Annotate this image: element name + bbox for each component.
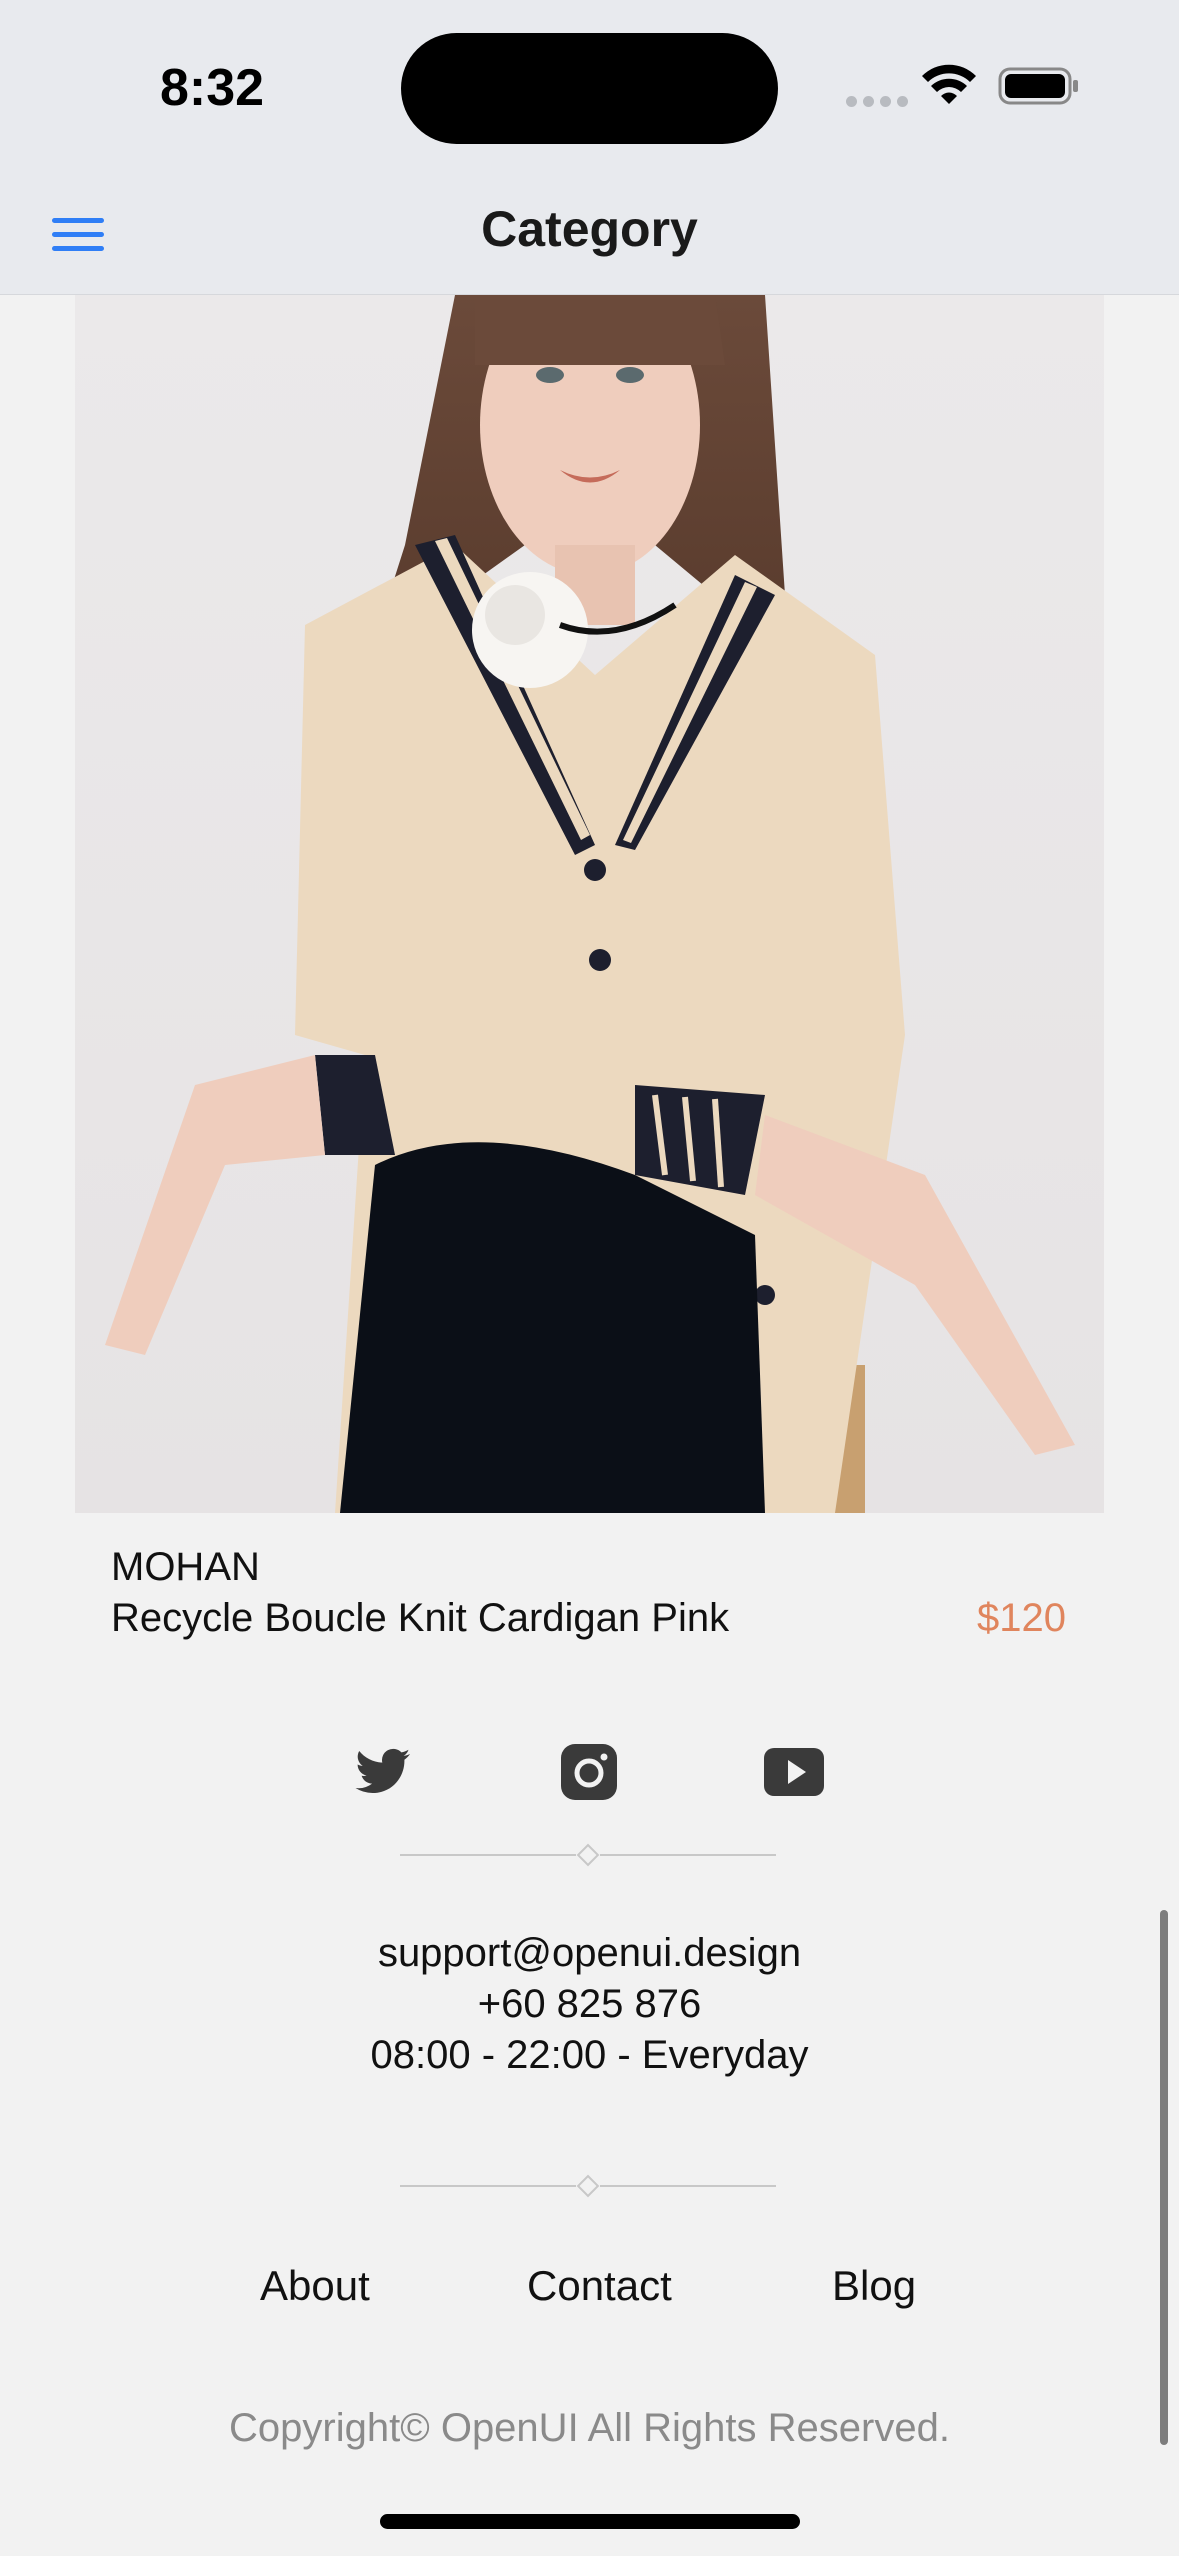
contact-link[interactable]: Contact	[527, 2262, 672, 2310]
instagram-icon[interactable]	[557, 1740, 621, 1804]
battery-icon	[998, 67, 1078, 105]
divider-ornament	[400, 2174, 776, 2198]
product-brand: MOHAN	[111, 1545, 260, 1589]
divider-ornament	[400, 1843, 776, 1867]
support-email[interactable]: support@openui.design	[0, 1928, 1179, 1979]
cellular-signal-icon	[846, 96, 908, 107]
status-time: 8:32	[160, 59, 265, 117]
scrollbar[interactable]	[1160, 1910, 1168, 2445]
opening-hours: 08:00 - 22:00 - Everyday	[370, 2033, 809, 2077]
contact-info: support@openui.design +60 825 876 08:00 …	[0, 1928, 1179, 2081]
product-price: $120	[977, 1596, 1066, 1640]
copyright-text: Copyright© OpenUI All Rights Reserved.	[229, 2406, 950, 2450]
twitter-icon[interactable]	[350, 1740, 414, 1804]
product-image[interactable]	[75, 295, 1104, 1513]
about-link[interactable]: About	[260, 2262, 370, 2310]
navigation-bar: Category	[0, 180, 1179, 295]
page-title: Category	[481, 201, 698, 257]
support-phone[interactable]: +60 825 876	[0, 1979, 1179, 2030]
home-indicator[interactable]	[380, 2514, 800, 2529]
product-name[interactable]: Recycle Boucle Knit Cardigan Pink	[111, 1596, 729, 1641]
wifi-icon	[922, 64, 976, 104]
blog-link[interactable]: Blog	[832, 2262, 916, 2310]
model-wearing-cardigan-photo	[105, 295, 1075, 1513]
dynamic-island	[401, 33, 778, 144]
social-links	[0, 1740, 1179, 1810]
youtube-icon[interactable]	[762, 1740, 826, 1804]
status-bar: 8:32	[0, 0, 1179, 180]
